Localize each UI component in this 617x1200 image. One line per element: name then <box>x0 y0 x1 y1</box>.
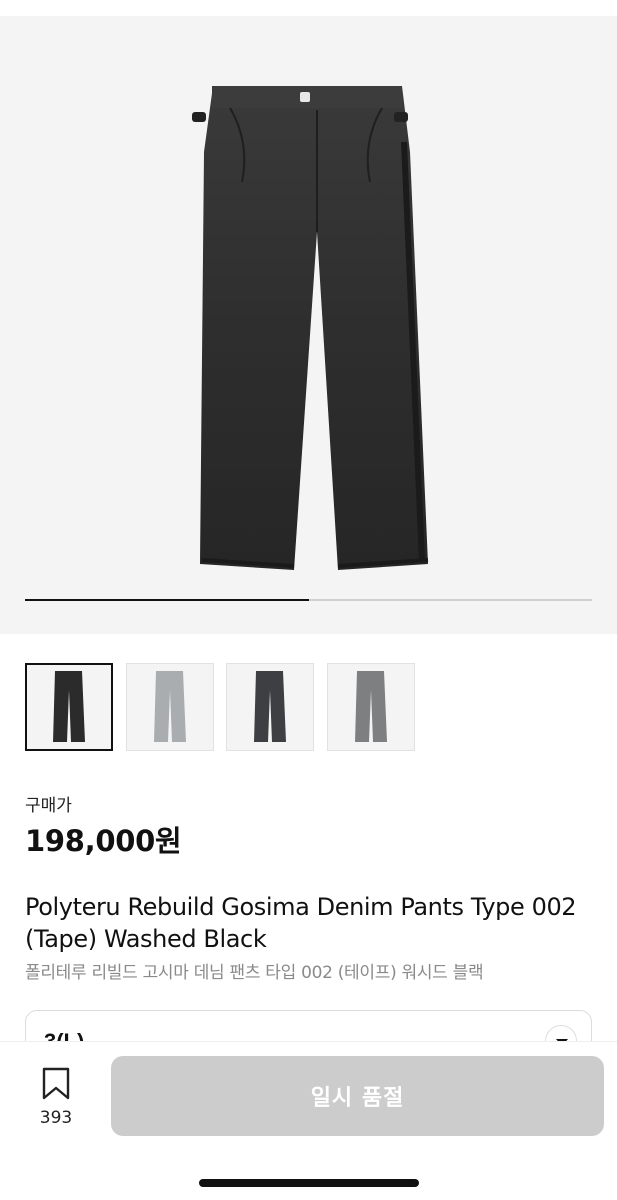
sold-out-button[interactable]: 일시 품절 <box>111 1056 604 1136</box>
product-image <box>192 86 429 570</box>
product-title-en: Polyteru Rebuild Gosima Denim Pants Type… <box>25 893 577 953</box>
home-indicator <box>199 1179 419 1187</box>
product-title-ko: 폴리테루 리빌드 고시마 데님 팬츠 타입 002 (테이프) 워시드 블랙 <box>25 963 484 983</box>
thumbnail-washed-black[interactable] <box>25 663 113 751</box>
wishlist-count: 393 <box>39 1108 73 1128</box>
thumbnail-dark-grey[interactable] <box>226 663 314 751</box>
price-value: 198,000원 <box>25 824 182 858</box>
bottom-action-bar: 393 일시 품절 <box>0 1042 617 1200</box>
price-label: 구매가 <box>25 796 72 816</box>
thumbnail-grey[interactable] <box>327 663 415 751</box>
gallery-progress <box>25 599 592 601</box>
product-image-gallery[interactable] <box>0 16 617 634</box>
status-bar-area <box>0 0 617 16</box>
thumbnail-light-grey[interactable] <box>126 663 214 751</box>
gallery-progress-fill <box>25 599 309 601</box>
wishlist-button[interactable]: 393 <box>30 1067 82 1128</box>
bookmark-icon <box>42 1067 70 1100</box>
